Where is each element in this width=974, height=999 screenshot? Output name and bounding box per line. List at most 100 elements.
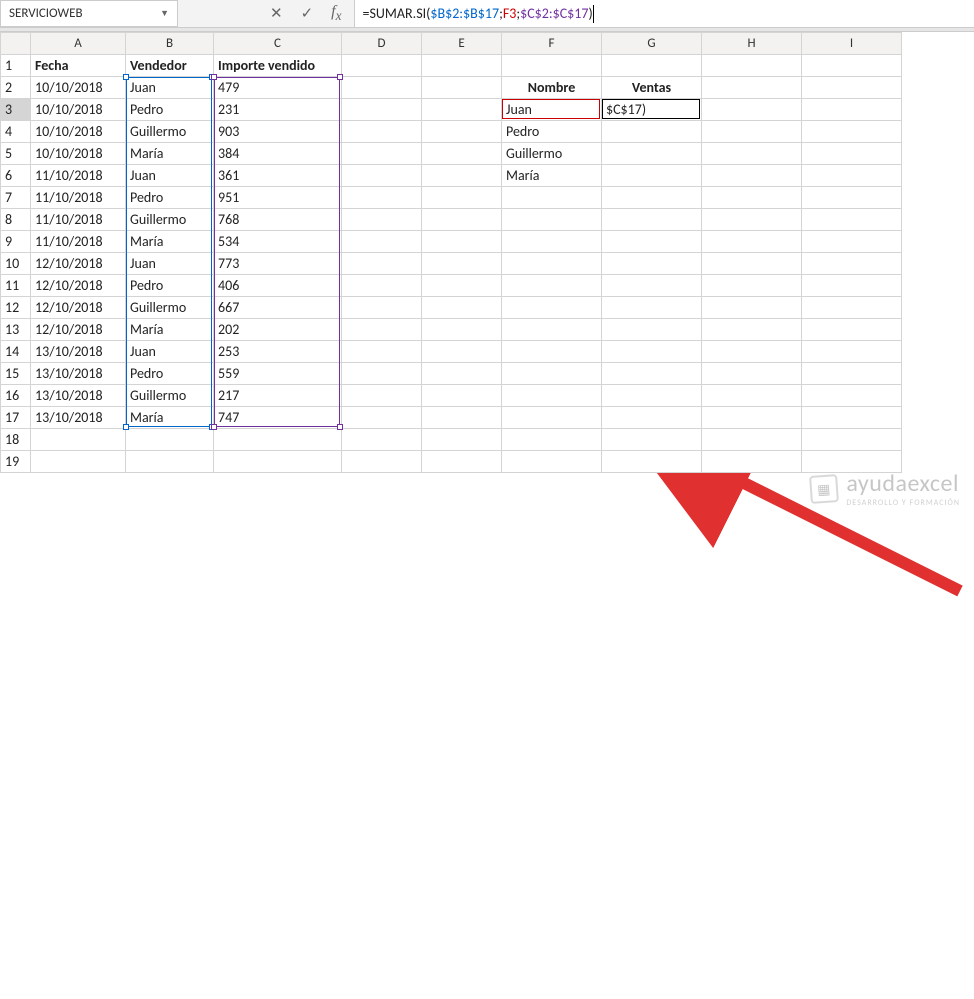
cell-C11[interactable]: 406 (214, 275, 342, 297)
cell-F4[interactable]: Pedro (502, 121, 602, 143)
row-header-3[interactable]: 3 (1, 99, 31, 121)
cell-B9[interactable]: María (126, 231, 214, 253)
cell-D14[interactable] (342, 341, 422, 363)
col-header-F[interactable]: F (502, 33, 602, 55)
cell-G3[interactable]: $C$17) (602, 99, 702, 121)
row-header-4[interactable]: 4 (1, 121, 31, 143)
cell-B2[interactable]: Juan (126, 77, 214, 99)
cell-G5[interactable] (602, 143, 702, 165)
spreadsheet-grid[interactable]: A B C D E F G H I 1FechaVendedorImporte … (0, 32, 974, 473)
cell-I14[interactable] (802, 341, 902, 363)
cell-H19[interactable] (702, 451, 802, 473)
cell-G16[interactable] (602, 385, 702, 407)
cell-G11[interactable] (602, 275, 702, 297)
cell-E10[interactable] (422, 253, 502, 275)
cell-A1[interactable]: Fecha (31, 55, 126, 77)
cell-H2[interactable] (702, 77, 802, 99)
cell-A18[interactable] (31, 429, 126, 451)
cell-C18[interactable] (214, 429, 342, 451)
cell-G19[interactable] (602, 451, 702, 473)
cell-B1[interactable]: Vendedor (126, 55, 214, 77)
cell-F2[interactable]: Nombre (502, 77, 602, 99)
cell-B16[interactable]: Guillermo (126, 385, 214, 407)
cell-F18[interactable] (502, 429, 602, 451)
cell-B14[interactable]: Juan (126, 341, 214, 363)
cell-D2[interactable] (342, 77, 422, 99)
row-header-17[interactable]: 17 (1, 407, 31, 429)
cell-F5[interactable]: Guillermo (502, 143, 602, 165)
cell-D17[interactable] (342, 407, 422, 429)
cell-C14[interactable]: 253 (214, 341, 342, 363)
cell-E7[interactable] (422, 187, 502, 209)
cell-D13[interactable] (342, 319, 422, 341)
row-header-15[interactable]: 15 (1, 363, 31, 385)
cell-G17[interactable] (602, 407, 702, 429)
cell-A4[interactable]: 10/10/2018 (31, 121, 126, 143)
cell-C2[interactable]: 479 (214, 77, 342, 99)
cell-I11[interactable] (802, 275, 902, 297)
cell-E11[interactable] (422, 275, 502, 297)
cell-I10[interactable] (802, 253, 902, 275)
cell-G1[interactable] (602, 55, 702, 77)
row-header-7[interactable]: 7 (1, 187, 31, 209)
cell-H9[interactable] (702, 231, 802, 253)
cell-A14[interactable]: 13/10/2018 (31, 341, 126, 363)
select-all-corner[interactable] (1, 33, 31, 55)
row-header-9[interactable]: 9 (1, 231, 31, 253)
col-header-A[interactable]: A (31, 33, 126, 55)
cell-I5[interactable] (802, 143, 902, 165)
cell-A9[interactable]: 11/10/2018 (31, 231, 126, 253)
cell-D16[interactable] (342, 385, 422, 407)
cell-C3[interactable]: 231 (214, 99, 342, 121)
cell-D1[interactable] (342, 55, 422, 77)
cell-G6[interactable] (602, 165, 702, 187)
cell-B4[interactable]: Guillermo (126, 121, 214, 143)
cell-I2[interactable] (802, 77, 902, 99)
cell-H3[interactable] (702, 99, 802, 121)
cell-G15[interactable] (602, 363, 702, 385)
row-header-6[interactable]: 6 (1, 165, 31, 187)
row-header-8[interactable]: 8 (1, 209, 31, 231)
cell-I13[interactable] (802, 319, 902, 341)
cell-G2[interactable]: Ventas (602, 77, 702, 99)
cell-A2[interactable]: 10/10/2018 (31, 77, 126, 99)
cell-G18[interactable] (602, 429, 702, 451)
cell-H12[interactable] (702, 297, 802, 319)
cell-C8[interactable]: 768 (214, 209, 342, 231)
cell-H17[interactable] (702, 407, 802, 429)
row-header-12[interactable]: 12 (1, 297, 31, 319)
chevron-down-icon[interactable]: ▼ (160, 8, 169, 19)
cell-I6[interactable] (802, 165, 902, 187)
cell-A13[interactable]: 12/10/2018 (31, 319, 126, 341)
cell-H15[interactable] (702, 363, 802, 385)
cell-C1[interactable]: Importe vendido (214, 55, 342, 77)
cell-F1[interactable] (502, 55, 602, 77)
cell-I9[interactable] (802, 231, 902, 253)
cell-D18[interactable] (342, 429, 422, 451)
cell-G7[interactable] (602, 187, 702, 209)
cell-G9[interactable] (602, 231, 702, 253)
cell-F15[interactable] (502, 363, 602, 385)
cell-F16[interactable] (502, 385, 602, 407)
cell-D10[interactable] (342, 253, 422, 275)
cell-D4[interactable] (342, 121, 422, 143)
cell-D3[interactable] (342, 99, 422, 121)
cell-A8[interactable]: 11/10/2018 (31, 209, 126, 231)
cell-I7[interactable] (802, 187, 902, 209)
cell-C4[interactable]: 903 (214, 121, 342, 143)
cell-G4[interactable] (602, 121, 702, 143)
cell-G8[interactable] (602, 209, 702, 231)
cell-D12[interactable] (342, 297, 422, 319)
cell-C9[interactable]: 534 (214, 231, 342, 253)
cell-F17[interactable] (502, 407, 602, 429)
cell-E5[interactable] (422, 143, 502, 165)
row-header-16[interactable]: 16 (1, 385, 31, 407)
row-header-19[interactable]: 19 (1, 451, 31, 473)
cell-F12[interactable] (502, 297, 602, 319)
cell-A19[interactable] (31, 451, 126, 473)
cell-H14[interactable] (702, 341, 802, 363)
cell-B6[interactable]: Juan (126, 165, 214, 187)
cell-H18[interactable] (702, 429, 802, 451)
col-header-I[interactable]: I (802, 33, 902, 55)
cell-H16[interactable] (702, 385, 802, 407)
